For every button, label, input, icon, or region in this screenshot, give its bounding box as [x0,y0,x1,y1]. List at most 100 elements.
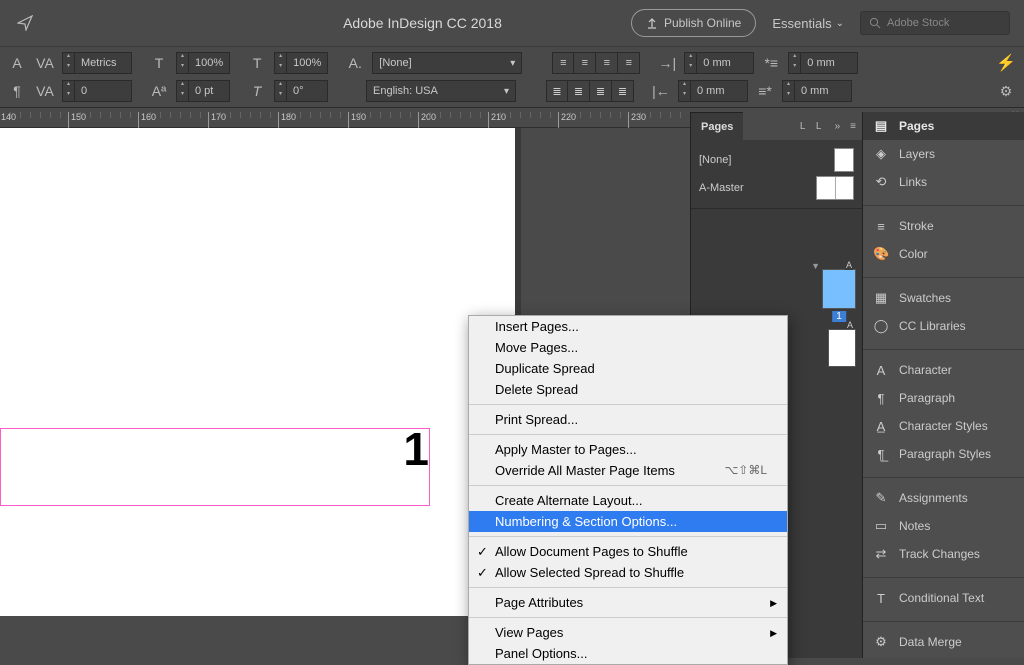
justify-full-button[interactable]: ≣ [612,80,634,102]
gear-icon[interactable]: ⚙ [994,83,1018,100]
datamerge-icon: ⚙ [873,634,889,650]
vscale-input[interactable]: ▴▾100% [176,52,230,74]
pages-tab[interactable]: Pages [691,112,743,140]
language-select[interactable]: English: USA▾ [366,80,516,102]
menu-item-print-spread[interactable]: Print Spread... [469,409,787,430]
charstyle-select[interactable]: [None]▾ [372,52,522,74]
para-icon[interactable]: ¶ [6,80,28,102]
sidebar-item-label: Character [899,363,952,377]
workspace-selector[interactable]: Essentials ⌄ [772,16,844,31]
notes-icon: ▭ [873,518,889,534]
menu-item-duplicate-spread[interactable]: Duplicate Spread [469,358,787,379]
horizontal-ruler: 140150160170180190200210220230 [0,112,690,128]
justify-button[interactable]: ≡ [618,52,640,74]
menu-item-apply-master-to-pages[interactable]: Apply Master to Pages... [469,439,787,460]
menu-item-allow-selected-spread-to-shuffle[interactable]: Allow Selected Spread to Shuffle [469,562,787,583]
layers-icon: ◈ [873,146,889,162]
ruler-tick: 200 [418,112,436,128]
indent-right-input[interactable]: ▴▾0 mm [678,80,748,102]
menu-item-panel-options[interactable]: Panel Options... [469,643,787,664]
sidebar-item-links[interactable]: ⟲ Links [863,168,1024,196]
sidebar-item-label: Pages [899,119,934,133]
sidebar-item-label: Swatches [899,291,951,305]
page-number-text: 1 [403,422,429,476]
hscale-input[interactable]: ▴▾100% [274,52,328,74]
sidebar-item-layers[interactable]: ◈Layers [863,140,1024,168]
panel-menu-icon[interactable]: ≡ [850,121,856,132]
menu-item-view-pages[interactable]: View Pages [469,622,787,643]
menu-item-delete-spread[interactable]: Delete Spread [469,379,787,400]
sidebar-item-character[interactable]: ACharacter [863,356,1024,384]
sidebar-item-notes[interactable]: ▭Notes [863,512,1024,540]
sidebar-item-data-merge[interactable]: ⚙Data Merge [863,628,1024,656]
sidebar-item-character-styles[interactable]: A̲ Character Styles [863,412,1024,440]
menu-item-insert-pages[interactable]: Insert Pages... [469,316,787,337]
gpu-icon[interactable]: ⚡ [994,53,1018,73]
first-line-icon: *≡ [760,52,782,74]
skew-input[interactable]: ▴▾0° [274,80,328,102]
page-thumb-1[interactable]: A 1 [822,269,856,309]
menu-item-create-alternate-layout[interactable]: Create Alternate Layout... [469,490,787,511]
last-line-input[interactable]: ▴▾0 mm [782,80,852,102]
menu-item-move-pages[interactable]: Move Pages... [469,337,787,358]
ruler-tick: 160 [138,112,156,128]
ruler-tick: 210 [488,112,506,128]
first-line-input[interactable]: ▴▾0 mm [788,52,858,74]
sidebar-item-assignments[interactable]: ✎Assignments [863,484,1024,512]
menu-item-numbering-section-options[interactable]: Numbering & Section Options... [469,511,787,532]
sidebar-item-pages[interactable]: ▤ Pages [863,112,1024,140]
charstyle-icon: A̲ [873,419,889,434]
search-placeholder: Adobe Stock [887,17,949,29]
page: 1 [0,128,515,616]
menu-item-override-all-master-page-items[interactable]: Override All Master Page Items⌥⇧⌘L [469,460,787,481]
sidebar-item-conditional-text[interactable]: TConditional Text [863,584,1024,612]
align-left-button[interactable]: ≡ [552,52,574,74]
pages-icon: ▤ [873,118,889,134]
master-a[interactable]: A-Master [699,174,854,202]
justify-center-button[interactable]: ≣ [568,80,590,102]
char-icon[interactable]: A [6,52,28,74]
collapse-icon[interactable]: ▼ [811,261,820,271]
sidebar-item-label: Character Styles [899,419,988,433]
baseline-input[interactable]: ▴▾0 pt [176,80,230,102]
publish-online-button[interactable]: Publish Online [631,9,756,37]
page-thumb-2[interactable]: A [828,329,856,367]
links-icon: ⟲ [873,174,889,190]
sidebar-item-paragraph-styles[interactable]: ¶̲Paragraph Styles [863,440,1024,468]
layout-icon[interactable]: L [797,121,809,132]
kerning-input[interactable]: ▴▾Metrics [62,52,132,74]
ruler-tick: 230 [628,112,646,128]
sidebar-item-label: Paragraph [899,391,955,405]
search-input[interactable]: Adobe Stock [860,11,1010,35]
ruler-tick: 180 [278,112,296,128]
last-line-icon: ≡* [754,80,776,102]
track-icon: ⇄ [873,546,889,562]
indent-right-icon: |← [650,80,672,102]
cc-icon: ◯ [873,318,889,334]
sidebar-item-track-changes[interactable]: ⇄Track Changes [863,540,1024,568]
sidebar-item-stroke[interactable]: ≡Stroke [863,212,1024,240]
sidebar-item-paragraph[interactable]: ¶Paragraph [863,384,1024,412]
menu-item-page-attributes[interactable]: Page Attributes [469,592,787,613]
sidebar-item-cc-libraries[interactable]: ◯CC Libraries [863,312,1024,340]
align-right-button[interactable]: ≡ [596,52,618,74]
tracking-input[interactable]: ▴▾0 [62,80,132,102]
master-none[interactable]: [None] [699,146,854,174]
workspace-label: Essentials [772,16,831,31]
align-center-button[interactable]: ≡ [574,52,596,74]
layout-icon-2[interactable]: L [813,121,825,132]
indent-left-input[interactable]: ▴▾0 mm [684,52,754,74]
sidebar-item-swatches[interactable]: ▦ Swatches [863,284,1024,312]
menu-item-allow-document-pages-to-shuffle[interactable]: Allow Document Pages to Shuffle [469,541,787,562]
stroke-icon: ≡ [873,219,889,234]
charstyle-icon: A. [344,52,366,74]
paper-plane-icon [14,12,36,34]
sidebar-item-color[interactable]: 🎨Color [863,240,1024,268]
swatches-icon: ▦ [873,290,889,306]
justify-right-button[interactable]: ≣ [590,80,612,102]
ruler-tick: 220 [558,112,576,128]
justify-group: ≣ ≣ ≣ ≣ [546,80,634,102]
control-panel: A VA ▴▾Metrics T ▴▾100% T ▴▾100% A. [Non… [0,46,1024,108]
justify-left-button[interactable]: ≣ [546,80,568,102]
sidebar-item-label: Links [899,175,927,189]
